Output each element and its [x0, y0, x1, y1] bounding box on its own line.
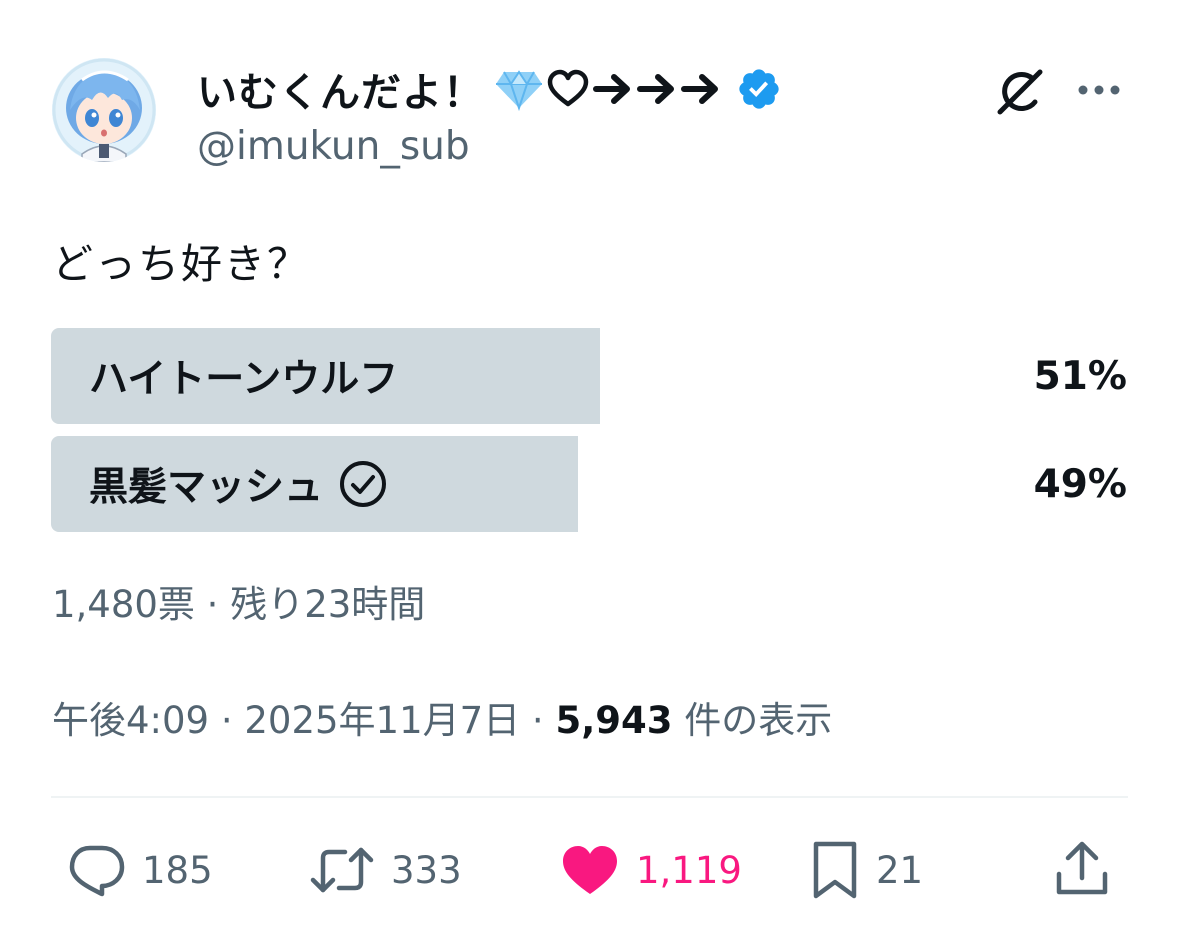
tweet-card: いむくんだよ！ @imukun_sub どっち好き？ ハイトーンウルフ 51% …: [0, 0, 1179, 943]
grok-icon[interactable]: [992, 64, 1048, 120]
views-label: 件の表示: [672, 699, 833, 742]
heart-outline-icon: [547, 69, 589, 107]
more-options-icon[interactable]: [1074, 72, 1124, 108]
tweet-meta: 午後4:09 · 2025年11月7日 · 5,943 件の表示: [52, 690, 832, 744]
poll-votes-time: 1,480票 · 残り23時間: [52, 583, 426, 626]
retweet-button[interactable]: 333: [309, 838, 462, 902]
retweet-count: 333: [391, 848, 462, 892]
reply-button[interactable]: 185: [66, 838, 213, 902]
arrow-right-icon: [593, 74, 630, 104]
avatar[interactable]: [52, 58, 156, 162]
poll-option[interactable]: 黒髪マッシュ 49%: [51, 436, 1127, 532]
avatar-image: [52, 58, 156, 162]
user-name-row[interactable]: いむくんだよ！: [197, 64, 782, 116]
poll-option-label: ハイトーンウルフ: [89, 357, 399, 402]
bookmark-icon: [813, 841, 857, 899]
display-name[interactable]: いむくんだよ！: [197, 60, 484, 118]
views-count[interactable]: 5,943: [555, 699, 672, 742]
share-icon: [1056, 841, 1108, 895]
like-count: 1,119: [636, 848, 742, 892]
reply-count: 185: [142, 848, 213, 892]
diamond-icon: [496, 70, 542, 112]
verified-badge-icon[interactable]: [736, 66, 782, 112]
poll-option-percent: 51%: [1033, 353, 1127, 399]
divider: [51, 796, 1128, 798]
name-decorations: [494, 66, 722, 112]
arrow-right-icon: [637, 74, 674, 104]
reply-icon: [69, 845, 125, 897]
like-button[interactable]: 1,119: [560, 838, 742, 902]
bookmark-button[interactable]: 21: [810, 838, 923, 902]
share-button[interactable]: [1054, 838, 1110, 902]
bookmark-count: 21: [876, 848, 924, 892]
poll-option[interactable]: ハイトーンウルフ 51%: [51, 328, 1127, 424]
heart-filled-icon: [563, 846, 617, 894]
timestamp[interactable]: 午後4:09 · 2025年11月7日 ·: [52, 690, 555, 744]
tweet-text: どっち好き？: [52, 240, 310, 288]
check-circle-icon: [340, 461, 387, 507]
arrow-right-icon: [681, 74, 718, 104]
poll-option-percent: 49%: [1033, 461, 1127, 507]
poll-option-label: 黒髪マッシュ: [89, 465, 324, 510]
retweet-icon: [310, 847, 374, 893]
user-handle[interactable]: @imukun_sub: [197, 124, 470, 169]
